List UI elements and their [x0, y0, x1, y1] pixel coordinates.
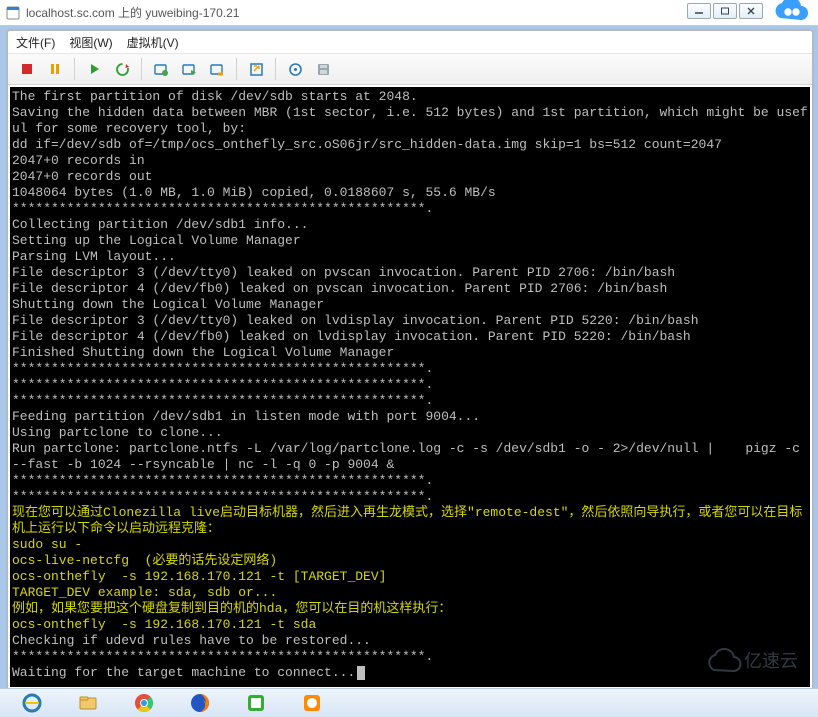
toolbar-separator: [74, 58, 75, 80]
taskbar-chrome-icon[interactable]: [122, 691, 166, 715]
terminal-line: ****************************************…: [12, 473, 808, 489]
snapshot-manage-button[interactable]: [176, 56, 202, 82]
terminal-output[interactable]: The first partition of disk /dev/sdb sta…: [10, 87, 810, 687]
cdrom-button[interactable]: [282, 56, 308, 82]
floppy-button[interactable]: [310, 56, 336, 82]
terminal-line: sudo su -: [12, 537, 808, 553]
terminal-line: Finished Shutting down the Logical Volum…: [12, 345, 808, 361]
refresh-button[interactable]: [109, 56, 135, 82]
terminal-line: File descriptor 3 (/dev/tty0) leaked on …: [12, 265, 808, 281]
snapshot-button[interactable]: [148, 56, 174, 82]
terminal-line: 1048064 bytes (1.0 MB, 1.0 MiB) copied, …: [12, 185, 808, 201]
terminal-line: 2047+0 records in: [12, 153, 808, 169]
menu-file[interactable]: 文件(F): [16, 34, 55, 51]
terminal-line: ****************************************…: [12, 361, 808, 377]
terminal-line: File descriptor 4 (/dev/fb0) leaked on p…: [12, 281, 808, 297]
vm-window: 文件(F) 视图(W) 虚拟机(V) The first partition o…: [7, 30, 813, 690]
terminal-line: Collecting partition /dev/sdb1 info...: [12, 217, 808, 233]
terminal-line: 现在您可以通过Clonezilla live启动目标机器，然后进入再生龙模式，选…: [12, 505, 808, 537]
terminal-line: Feeding partition /dev/sdb1 in listen mo…: [12, 409, 808, 425]
menu-view[interactable]: 视图(W): [69, 34, 112, 51]
terminal-line: ****************************************…: [12, 649, 808, 665]
terminal-line: TARGET_DEV example: sda, sdb or...: [12, 585, 808, 601]
taskbar-app2-icon[interactable]: [290, 691, 334, 715]
toolbar-separator: [236, 58, 237, 80]
taskbar-firefox-icon[interactable]: [178, 691, 222, 715]
taskbar: [0, 688, 818, 717]
taskbar-explorer-icon[interactable]: [66, 691, 110, 715]
terminal-line: 2047+0 records out: [12, 169, 808, 185]
maximize-button[interactable]: [713, 3, 737, 19]
window-controls: [687, 3, 763, 19]
terminal-line: dd if=/dev/sdb of=/tmp/ocs_onthefly_src.…: [12, 137, 808, 153]
terminal-line: Setting up the Logical Volume Manager: [12, 233, 808, 249]
terminal-line: Using partclone to clone...: [12, 425, 808, 441]
close-button[interactable]: [739, 3, 763, 19]
terminal-line: Shutting down the Logical Volume Manager: [12, 297, 808, 313]
toolbar: [8, 54, 812, 85]
terminal-line: ****************************************…: [12, 377, 808, 393]
terminal-line: The first partition of disk /dev/sdb sta…: [12, 89, 808, 105]
terminal-line: File descriptor 3 (/dev/tty0) leaked on …: [12, 313, 808, 329]
minimize-button[interactable]: [687, 3, 711, 19]
terminal-line: ****************************************…: [12, 201, 808, 217]
terminal-line: Run partclone: partclone.ntfs -L /var/lo…: [12, 441, 808, 473]
page-title: localhost.sc.com 上的 yuweibing-170.21: [26, 4, 239, 21]
terminal-line: Parsing LVM layout...: [12, 249, 808, 265]
terminal-line: File descriptor 4 (/dev/fb0) leaked on l…: [12, 329, 808, 345]
stop-button[interactable]: [14, 56, 40, 82]
page-icon: [6, 6, 20, 20]
terminal-line: ****************************************…: [12, 489, 808, 505]
taskbar-ie-icon[interactable]: [10, 691, 54, 715]
terminal-line: ocs-onthefly -s 192.168.170.121 -t sda: [12, 617, 808, 633]
toolbar-separator: [275, 58, 276, 80]
pause-button[interactable]: [42, 56, 68, 82]
taskbar-app-icon[interactable]: [234, 691, 278, 715]
toolbar-separator: [141, 58, 142, 80]
menu-vm[interactable]: 虚拟机(V): [127, 34, 179, 51]
menubar: 文件(F) 视图(W) 虚拟机(V): [8, 31, 812, 54]
cloud-badge-icon: [766, 0, 816, 26]
play-button[interactable]: [81, 56, 107, 82]
terminal-line: Saving the hidden data between MBR (1st …: [12, 105, 808, 137]
terminal-cursor: [357, 666, 365, 680]
terminal-line: ocs-live-netcfg (必要的话先设定网络): [12, 553, 808, 569]
terminal-line: Waiting for the target machine to connec…: [12, 665, 808, 681]
snapshot-revert-button[interactable]: [204, 56, 230, 82]
terminal-line: ****************************************…: [12, 393, 808, 409]
fullscreen-button[interactable]: [243, 56, 269, 82]
terminal-line: 例如，如果您要把这个硬盘复制到目的机的hda，您可以在目的机这样执行：: [12, 601, 808, 617]
terminal-line: Checking if udevd rules have to be resto…: [12, 633, 808, 649]
terminal-line: ocs-onthefly -s 192.168.170.121 -t [TARG…: [12, 569, 808, 585]
